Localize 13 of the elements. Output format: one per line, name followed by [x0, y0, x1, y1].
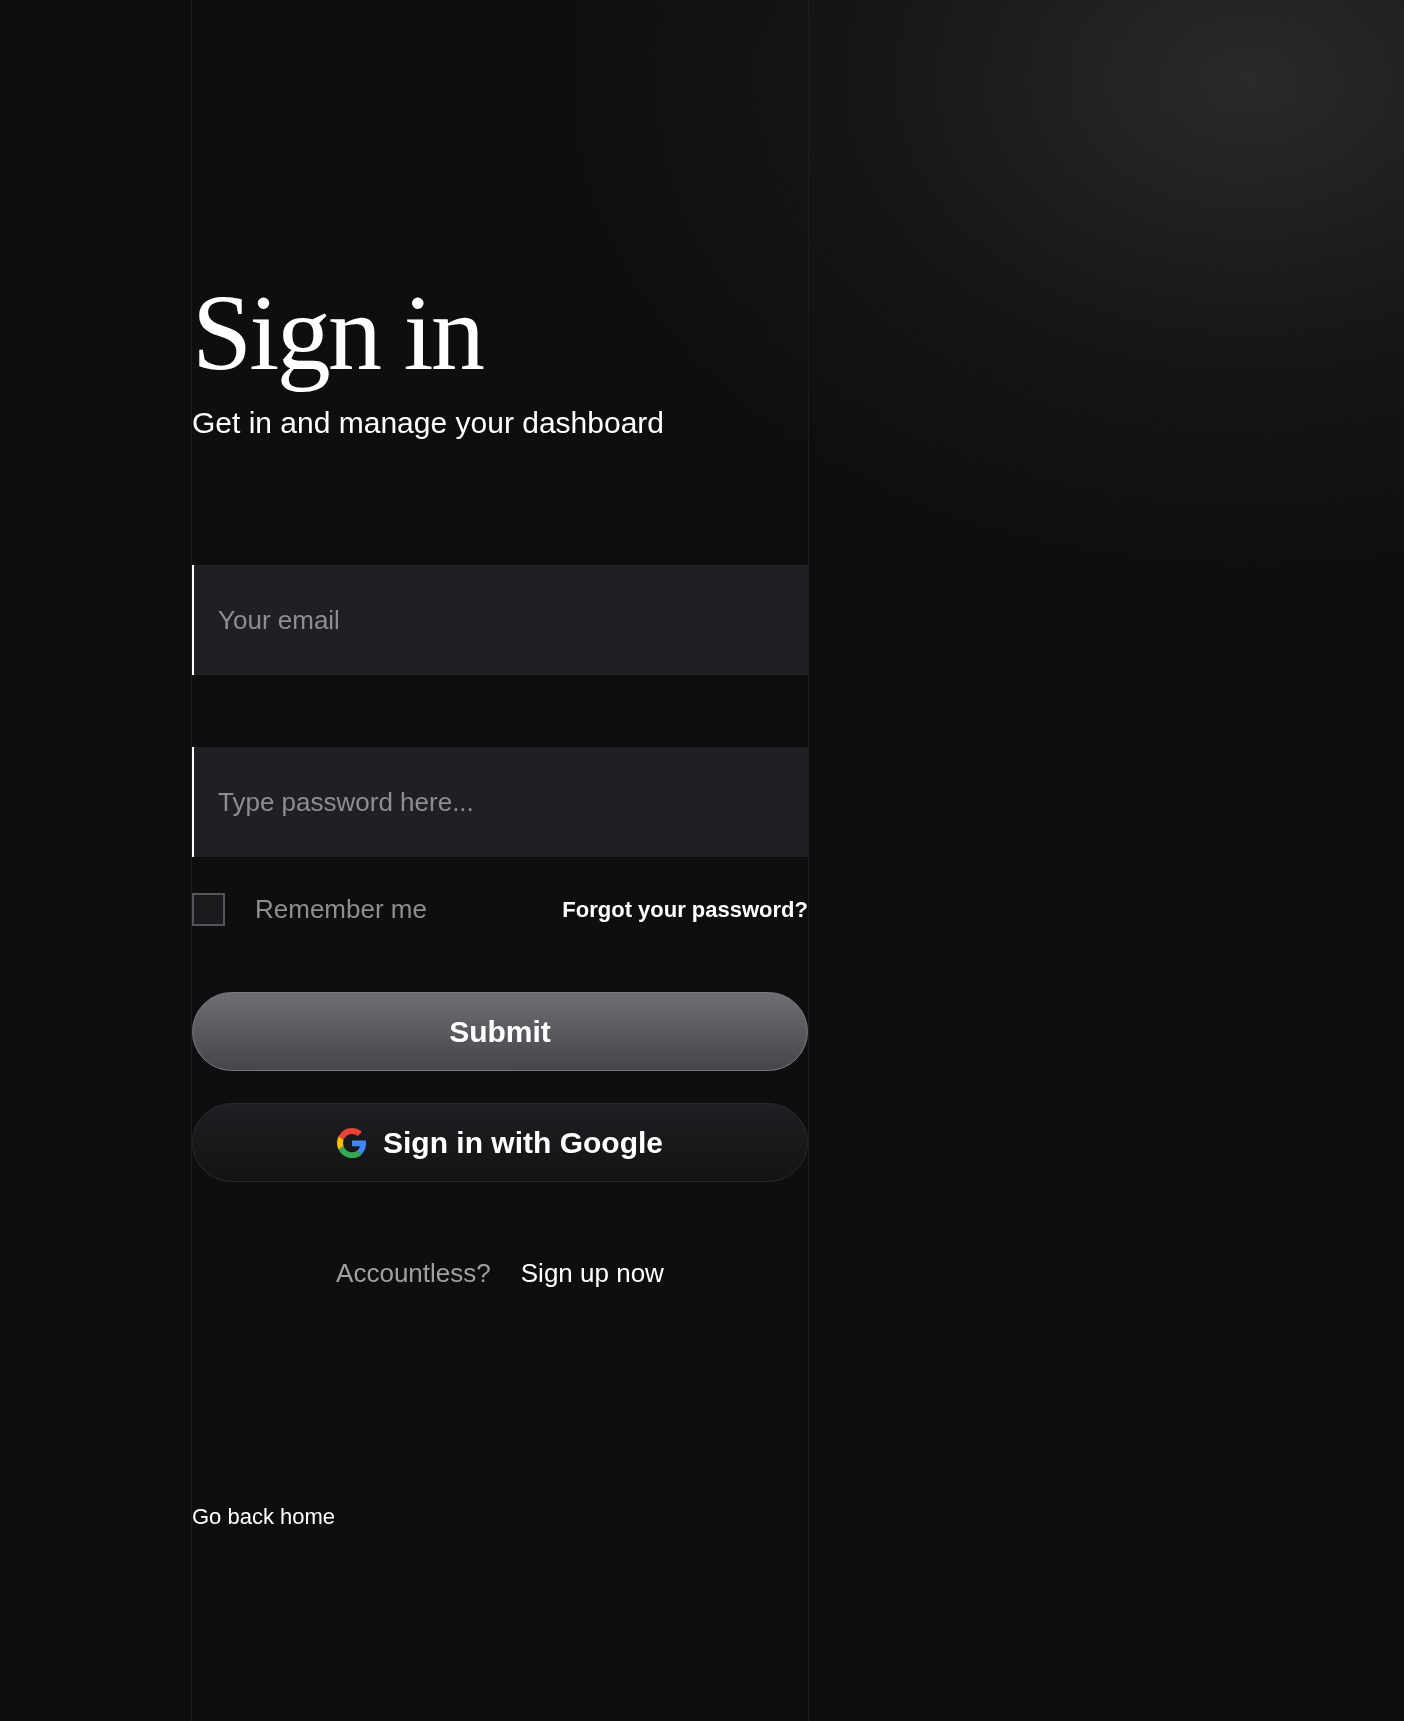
go-back-home-link[interactable]: Go back home: [192, 1500, 336, 1533]
password-field[interactable]: Type password here...: [192, 747, 808, 857]
submit-button[interactable]: Submit: [192, 992, 808, 1071]
google-g-icon: [337, 1127, 367, 1158]
forgot-password-link[interactable]: Forgot your password?: [562, 893, 808, 926]
remember-checkbox[interactable]: [192, 893, 225, 926]
subtitle: Get in and manage your dashboard: [192, 405, 664, 441]
signup-prompt: Accountless?: [336, 1257, 491, 1290]
page-title: Sign in: [192, 272, 483, 394]
google-sign-in-button[interactable]: Sign in with Google: [192, 1103, 808, 1182]
remember-label: Remember me: [255, 893, 427, 926]
sign-up-link[interactable]: Sign up now: [520, 1254, 664, 1293]
email-field[interactable]: Your email: [192, 565, 808, 675]
